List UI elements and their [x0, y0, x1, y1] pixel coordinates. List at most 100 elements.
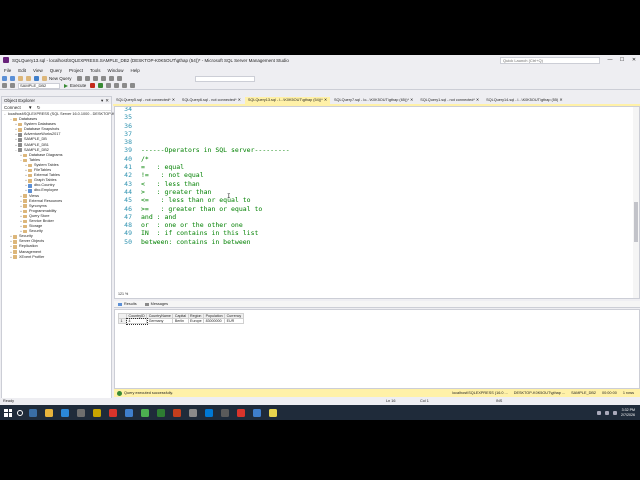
execute-button[interactable]: Execute [64, 83, 86, 88]
task-view-icon[interactable] [29, 408, 37, 417]
copy-icon[interactable] [92, 76, 98, 81]
menu-help[interactable]: Help [131, 68, 140, 73]
tab-close-icon[interactable]: ✕ [171, 98, 175, 102]
network-icon[interactable] [605, 410, 609, 415]
code-line[interactable]: 45 <= : less than or equal to [115, 196, 635, 204]
column-header[interactable]: Currency [224, 313, 244, 319]
tab-results[interactable]: Results [114, 302, 141, 306]
filter-icon[interactable]: ▼ [28, 105, 32, 110]
zoom-level[interactable]: 121 % [116, 292, 131, 296]
excel-icon[interactable] [157, 408, 165, 417]
tab-close-icon[interactable]: ✕ [237, 98, 241, 102]
cut-icon[interactable] [84, 76, 90, 81]
display-plan-icon[interactable] [106, 83, 112, 88]
refresh-icon[interactable]: ↻ [37, 105, 41, 110]
save-icon[interactable] [34, 76, 39, 81]
column-header[interactable]: Capital [172, 313, 189, 319]
grid-cell[interactable]: 4 [125, 317, 148, 325]
column-header[interactable]: Population [203, 313, 226, 319]
parse-icon[interactable] [98, 83, 104, 88]
sticky-app-icon[interactable] [93, 408, 101, 417]
tab-close-icon[interactable]: ✕ [409, 98, 413, 102]
menu-tools[interactable]: Tools [90, 68, 101, 73]
code-line[interactable]: 40 /* [115, 155, 635, 163]
code-line[interactable]: 39 ------Operators in SQL server--------- [115, 146, 635, 154]
solution-config-dropdown[interactable] [194, 75, 255, 82]
taskbar-search-icon[interactable] [17, 409, 23, 416]
grid-cell[interactable]: Germany [146, 318, 174, 324]
app-gray-icon[interactable] [221, 408, 229, 417]
document-tab[interactable]: SQLQuery7.sql - lo...\K0K5OUT\gthap (65)… [331, 97, 416, 104]
tab-messages[interactable]: Messages [141, 302, 172, 306]
panel-close-icon[interactable]: ✕ [105, 97, 109, 104]
recorder-icon[interactable] [237, 408, 245, 417]
media-app-icon[interactable] [109, 408, 117, 417]
vpn-app-icon[interactable] [125, 408, 133, 417]
code-line[interactable]: 48 or : one or the other one [115, 221, 635, 229]
menu-query[interactable]: Query [50, 68, 62, 73]
tree-node[interactable]: + XEvent Profiler [2, 255, 111, 260]
results-to-grid-icon[interactable] [114, 83, 120, 88]
code-line[interactable]: 35 [115, 113, 635, 121]
code-line[interactable]: 36 [115, 122, 635, 130]
scrollbar-thumb[interactable] [634, 202, 638, 242]
quick-launch-input[interactable]: Quick Launch (Ctrl+Q) [500, 56, 600, 64]
query-editor[interactable]: 34 35 36 37 38 39 ------Operators in SQL serve… [114, 106, 640, 299]
document-tab[interactable]: SQLQuery6.sql - not connected* ✕ [179, 97, 244, 104]
change-connection-icon[interactable] [10, 83, 15, 88]
file-explorer-icon[interactable] [45, 408, 53, 417]
tab-close-icon[interactable]: ✕ [558, 98, 562, 102]
edge-browser-icon[interactable] [61, 408, 69, 417]
code-line[interactable]: 49 IN : if contains in this list [115, 229, 635, 237]
grid-cell[interactable]: Europe [187, 318, 205, 324]
app-red-icon[interactable] [173, 408, 181, 417]
column-header[interactable]: Region [187, 313, 205, 319]
results-table[interactable]: CountryID CountryName Capital Region Populat… [118, 313, 244, 325]
menu-file[interactable]: File [4, 68, 11, 73]
code-line[interactable]: 34 [115, 107, 635, 113]
code-line[interactable]: 37 [115, 130, 635, 138]
tab-close-icon[interactable]: ✕ [323, 98, 327, 102]
forward-icon[interactable] [10, 76, 15, 81]
vscode-icon[interactable] [205, 408, 213, 417]
document-tab[interactable]: SQLQuery5.sql - not connected* ✕ [113, 97, 178, 104]
new-file-icon[interactable] [18, 76, 23, 81]
document-tab[interactable]: SQLQuery13.sql - l...\K0K5OUT\gthap (54)… [244, 97, 331, 104]
terminal-icon[interactable] [77, 408, 85, 417]
code-line[interactable]: 44 > : greater than [115, 188, 635, 196]
grid-cell[interactable]: EUR [224, 318, 244, 324]
chevron-up-icon[interactable] [597, 410, 601, 415]
code-line[interactable]: 43 < : less than [115, 180, 635, 188]
grid-cell[interactable]: 83000000 [203, 318, 226, 324]
chrome-icon[interactable] [141, 408, 149, 417]
menu-window[interactable]: Window [108, 68, 124, 73]
comment-icon[interactable] [122, 83, 128, 88]
windows-start-icon[interactable] [4, 408, 12, 417]
code-line[interactable]: 42 != : not equal [115, 171, 635, 179]
minimize-icon[interactable]: — [604, 57, 616, 63]
new-query-icon[interactable] [42, 76, 47, 81]
connect-button[interactable]: Connect [4, 105, 21, 110]
table-row[interactable]: 1 4 Germany Berlin Europe 83000000 EUR [118, 317, 244, 325]
editor-vertical-scrollbar[interactable] [633, 107, 639, 298]
grid-cell[interactable]: Berlin [172, 318, 189, 324]
code-line[interactable]: 38 [115, 138, 635, 146]
cancel-query-icon[interactable] [90, 83, 96, 88]
database-select[interactable]: SAMPLE_DB2 [18, 82, 60, 89]
document-tab[interactable]: SQLQuery1.sql - not connected* ✕ [417, 97, 482, 104]
code-line[interactable]: 50 between: contains in between [115, 238, 635, 246]
column-header[interactable]: CountryName [146, 313, 174, 319]
new-query-button[interactable]: New Query [49, 76, 72, 81]
menu-view[interactable]: View [33, 68, 43, 73]
collapse-icon[interactable]: − [4, 112, 6, 117]
menu-project[interactable]: Project [69, 68, 83, 73]
code-line[interactable]: 46 >= : greater than or equal to [115, 205, 635, 213]
redo-icon[interactable] [116, 76, 122, 81]
ssms-taskbar-icon[interactable] [253, 408, 261, 417]
maximize-icon[interactable]: ☐ [616, 57, 628, 63]
paste-icon[interactable] [100, 76, 106, 81]
undo-icon[interactable] [108, 76, 114, 81]
connect-icon[interactable] [2, 83, 7, 88]
taskbar-clock[interactable]: 3:32 PM 2/7/2026 [621, 408, 635, 417]
tab-close-icon[interactable]: ✕ [475, 98, 479, 102]
